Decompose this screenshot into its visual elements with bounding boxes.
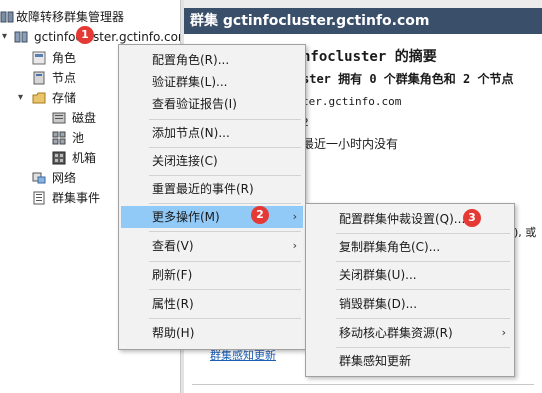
nodes-icon xyxy=(33,71,45,85)
menu-separator xyxy=(149,318,301,319)
chevron-down-icon[interactable]: ▾ xyxy=(18,88,23,108)
chevron-right-icon: › xyxy=(292,210,297,223)
menu-separator xyxy=(149,261,301,262)
tree-item-label: 机箱 xyxy=(72,151,97,165)
menu-item-label: 销毁群集(D)... xyxy=(339,297,418,311)
details-title: 群集 gctinfocluster.gctinfo.com xyxy=(190,13,430,29)
disk-icon xyxy=(52,112,66,124)
tree-root-label: 故障转移群集管理器 xyxy=(16,10,125,24)
menu-item-label: 移动核心群集资源(R) xyxy=(339,326,453,340)
menu-separator xyxy=(336,318,510,319)
domain-line: ter.gctinfo.com xyxy=(302,95,402,108)
menu-item-view[interactable]: 查看(V) › xyxy=(121,235,303,257)
chevron-right-icon: › xyxy=(292,239,297,252)
tree-item-label: 群集事件 xyxy=(52,191,101,205)
menu-item-help[interactable]: 帮助(H) xyxy=(121,322,303,344)
enclosure-icon xyxy=(52,151,66,165)
menu-item-close-connection[interactable]: 关闭连接(C) xyxy=(121,150,303,172)
menu-item-label: 配置角色(R)... xyxy=(152,53,230,67)
menu-item-label: 查看验证报告(I) xyxy=(152,97,237,111)
tree-item-label: 池 xyxy=(72,131,85,145)
menu-separator xyxy=(149,119,301,120)
tree-item-label: 节点 xyxy=(52,71,77,85)
network-icon xyxy=(32,172,46,184)
chevron-right-icon: › xyxy=(501,326,506,339)
menu-separator xyxy=(336,289,510,290)
menu-item-label: 关闭群集(U)... xyxy=(339,268,417,282)
menu-item-add-node[interactable]: 添加节点(N)... xyxy=(121,122,303,144)
menu-separator xyxy=(336,233,510,234)
more-actions-submenu: 配置群集仲裁设置(Q)... 复制群集角色(C)... 关闭群集(U)... 销… xyxy=(305,203,515,377)
pool-icon xyxy=(52,131,66,145)
context-menu: 配置角色(R)... 验证群集(L)... 查看验证报告(I) 添加节点(N).… xyxy=(118,44,306,350)
menu-item-label: 属性(R) xyxy=(152,297,194,311)
menu-item-properties[interactable]: 属性(R) xyxy=(121,293,303,315)
submenu-item-destroy-cluster[interactable]: 销毁群集(D)... xyxy=(308,293,512,315)
step-badge-2: 2 xyxy=(251,206,269,224)
cluster-manager-icon xyxy=(0,11,14,23)
menu-item-refresh[interactable]: 刷新(F) xyxy=(121,264,303,286)
menu-item-label: 群集感知更新 xyxy=(339,354,412,368)
summary-heading: nfocluster 的摘要 xyxy=(302,49,437,65)
menu-item-more-actions[interactable]: 更多操作(M) › xyxy=(121,206,303,228)
submenu-item-cluster-aware-updating[interactable]: 群集感知更新 xyxy=(308,350,512,372)
menu-item-label: 添加节点(N)... xyxy=(152,126,230,140)
step-badge-3: 3 xyxy=(463,209,481,227)
menu-item-label: 刷新(F) xyxy=(152,268,193,282)
menu-item-reset-recent-events[interactable]: 重置最近的事件(R) xyxy=(121,178,303,200)
tree-item-label: 存储 xyxy=(52,91,77,105)
events-icon xyxy=(33,191,45,205)
storage-folder-icon xyxy=(32,92,46,104)
menu-item-label: 更多操作(M) xyxy=(152,210,220,224)
menu-item-label: 帮助(H) xyxy=(152,326,195,340)
menu-separator xyxy=(149,147,301,148)
menu-separator xyxy=(149,203,301,204)
menu-item-label: 验证群集(L)... xyxy=(152,75,228,89)
menu-separator xyxy=(149,289,301,290)
menu-separator xyxy=(149,175,301,176)
divider xyxy=(192,384,534,385)
summary-line: ster 拥有 0 个群集角色和 2 个节点 xyxy=(302,72,514,86)
menu-item-configure-role[interactable]: 配置角色(R)... xyxy=(121,49,303,71)
menu-item-label: 重置最近的事件(R) xyxy=(152,182,254,196)
menu-item-view-validation-report[interactable]: 查看验证报告(I) xyxy=(121,93,303,115)
menu-separator xyxy=(336,347,510,348)
tree-item-label: 磁盘 xyxy=(72,111,97,125)
menu-item-label: 复制群集角色(C)... xyxy=(339,240,441,254)
cluster-icon xyxy=(14,31,28,43)
menu-separator xyxy=(149,231,301,232)
tree-item-label: 角色 xyxy=(52,51,77,65)
details-header: 群集 gctinfocluster.gctinfo.com xyxy=(184,8,542,34)
menu-item-label: 关闭连接(C) xyxy=(152,154,218,168)
partial-text: ), 或 xyxy=(514,226,537,239)
menu-item-label: 配置群集仲裁设置(Q)... xyxy=(339,212,466,226)
roles-icon xyxy=(32,51,46,65)
tree-item-label: 网络 xyxy=(52,171,77,185)
step-badge-1: 1 xyxy=(76,26,94,44)
submenu-item-copy-cluster-roles[interactable]: 复制群集角色(C)... xyxy=(308,236,512,258)
menu-separator xyxy=(336,261,510,262)
submenu-item-shut-down-cluster[interactable]: 关闭群集(U)... xyxy=(308,264,512,286)
submenu-item-configure-quorum[interactable]: 配置群集仲裁设置(Q)... xyxy=(308,208,512,230)
chevron-down-icon[interactable]: ▾ xyxy=(2,27,7,47)
submenu-item-move-core-resources[interactable]: 移动核心群集资源(R) › xyxy=(308,322,512,344)
menu-item-label: 查看(V) xyxy=(152,239,194,253)
events-line: 最近一小时内没有 xyxy=(302,137,399,151)
menu-item-validate-cluster[interactable]: 验证群集(L)... xyxy=(121,71,303,93)
